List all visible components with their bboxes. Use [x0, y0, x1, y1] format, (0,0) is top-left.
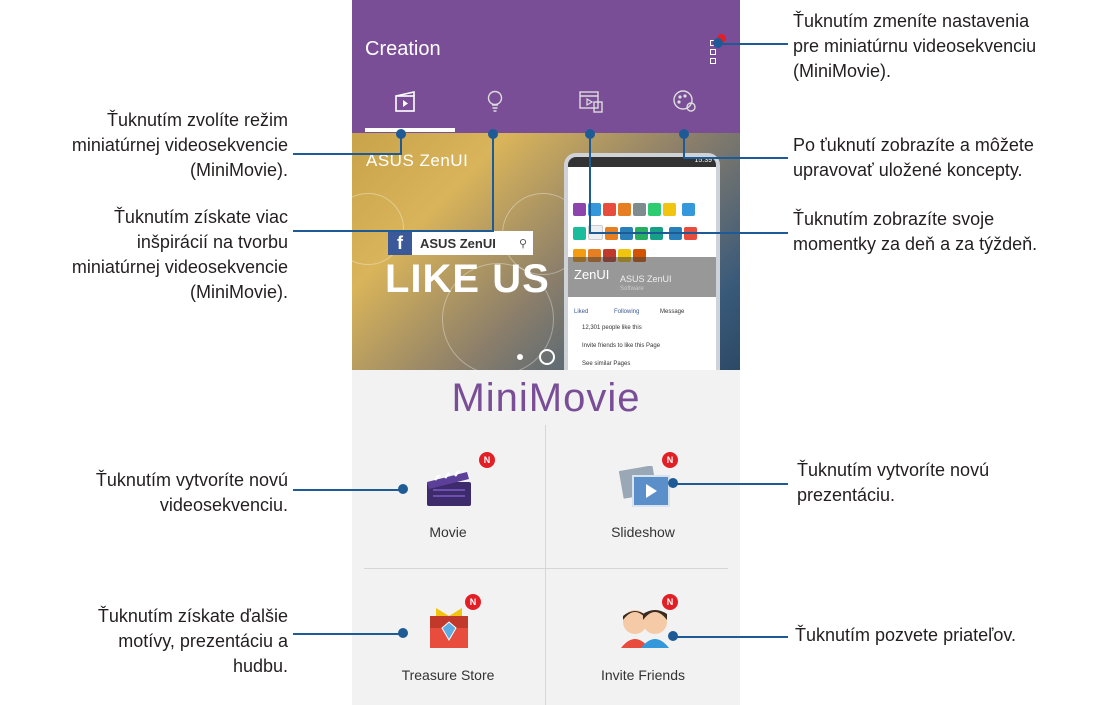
- app-title: Creation: [365, 38, 441, 60]
- leader-line: [718, 43, 788, 45]
- divider: [545, 425, 546, 705]
- lightbulb-icon: [487, 90, 503, 112]
- facebook-search-text: ASUS ZenUI: [420, 235, 496, 251]
- treasure-store-label: Treasure Store: [401, 667, 495, 683]
- callout-line: Ťuknutím zvolíte režim: [106, 110, 288, 130]
- invite-friends-tile[interactable]: N Invite Friends: [563, 594, 723, 700]
- leader-line: [684, 157, 788, 159]
- callout-new-video: Ťuknutím vytvoríte novú videosekvenciu.: [20, 468, 288, 518]
- movie-label: Movie: [429, 524, 467, 540]
- callout-inspiration: Ťuknutím získate viac inšpirácií na tvor…: [20, 205, 288, 305]
- banner-headline: LIKE US: [385, 257, 550, 301]
- slideshow-tile[interactable]: N Slideshow: [563, 452, 723, 560]
- phone-mockup: 15:39 ZenUI ASUS ZenUI Software Liked Fo…: [564, 153, 720, 370]
- leader-point: [398, 628, 408, 638]
- carousel-dot[interactable]: [517, 354, 523, 360]
- carousel-dot-active[interactable]: [539, 349, 555, 365]
- callout-line: Ťuknutím získate ďalšie: [97, 606, 288, 626]
- leader-line: [492, 135, 494, 232]
- drafts-icon: [673, 90, 696, 112]
- leader-line: [589, 135, 591, 234]
- callout-line: Ťuknutím zmeníte nastavenia: [793, 11, 1030, 31]
- callout-drafts: Po ťuknutí zobrazíte a môžete upravovať …: [793, 133, 1034, 183]
- mock-line: Message: [660, 309, 685, 315]
- callout-more-themes: Ťuknutím získate ďalšie motívy, prezentá…: [20, 604, 288, 679]
- slideshow-icon: [619, 466, 670, 507]
- callout-line: miniatúrnej videosekvencie: [71, 135, 288, 155]
- callout-moments: Ťuknutím zobrazíte svoje momentky za deň…: [793, 207, 1037, 257]
- tab-moments[interactable]: [556, 88, 626, 128]
- leader-point: [585, 129, 595, 139]
- moments-icon: [579, 91, 603, 113]
- leader-line: [293, 153, 401, 155]
- leader-point: [488, 129, 498, 139]
- tab-minimovie[interactable]: [370, 88, 440, 128]
- leader-point: [679, 129, 689, 139]
- minimovie-logo: MiniMovie: [451, 376, 641, 420]
- tab-inspiration[interactable]: [460, 88, 530, 128]
- movie-tile[interactable]: N Movie: [368, 452, 528, 560]
- phone-screen: Creation ASUS ZenUI f ASUS ZenUI ⚲ LIKE …: [352, 0, 740, 705]
- leader-line: [293, 230, 493, 232]
- clapperboard-icon: [395, 91, 415, 112]
- leader-point: [713, 38, 723, 48]
- callout-line: Ťuknutím vytvoríte novú: [797, 460, 990, 480]
- callout-line: (MiniMovie).: [189, 282, 288, 302]
- new-badge: N: [662, 594, 678, 610]
- slideshow-label: Slideshow: [611, 524, 675, 540]
- tab-indicator: [365, 128, 455, 132]
- mock-line: Liked: [574, 309, 589, 315]
- callout-line: Ťuknutím získate viac: [113, 207, 288, 227]
- callout-line: Ťuknutím pozvete priateľov.: [795, 625, 1017, 645]
- leader-line: [590, 232, 788, 234]
- treasure-store-tile[interactable]: N Treasure Store: [368, 594, 528, 700]
- friends-icon: [621, 610, 669, 648]
- mock-brand: ZenUI: [574, 267, 610, 282]
- facebook-search-bar: f ASUS ZenUI ⚲: [388, 231, 533, 255]
- new-badge: N: [465, 594, 481, 610]
- callout-invite: Ťuknutím pozvete priateľov.: [795, 623, 1016, 648]
- divider: [364, 568, 728, 569]
- mock-line: Invite friends to like this Page: [582, 343, 661, 349]
- promo-banner[interactable]: ASUS ZenUI f ASUS ZenUI ⚲ LIKE US 15:39 …: [352, 133, 740, 370]
- callout-line: Ťuknutím zobrazíte svoje: [793, 209, 995, 229]
- leader-point: [396, 129, 406, 139]
- callout-mode: Ťuknutím zvolíte režim miniatúrnej video…: [20, 108, 288, 183]
- leader-point: [398, 484, 408, 494]
- callout-line: miniatúrnej videosekvencie: [71, 257, 288, 277]
- callout-line: videosekvenciu.: [159, 495, 288, 515]
- callout-line: Po ťuknutí zobrazíte a môžete: [793, 135, 1034, 155]
- callout-line: momentky za deň a za týždeň.: [793, 234, 1038, 254]
- callout-line: (MiniMovie).: [189, 160, 288, 180]
- mock-line: Software: [620, 286, 644, 292]
- callout-line: (MiniMovie).: [793, 61, 892, 81]
- search-icon: ⚲: [518, 237, 527, 250]
- callout-line: Ťuknutím vytvoríte novú: [95, 470, 288, 490]
- callout-new-slideshow: Ťuknutím vytvoríte novú prezentáciu.: [797, 458, 989, 508]
- new-badge: N: [662, 452, 678, 468]
- callout-line: prezentáciu.: [797, 485, 896, 505]
- leader-line: [293, 633, 403, 635]
- mock-line: ASUS ZenUI: [620, 274, 672, 284]
- clapperboard-icon: [427, 470, 471, 506]
- leader-line: [293, 489, 403, 491]
- tab-drafts[interactable]: [650, 88, 720, 128]
- callout-line: inšpirácií na tvorbu: [136, 232, 288, 252]
- leader-line: [673, 636, 788, 638]
- new-badge: N: [479, 452, 495, 468]
- callout-settings: Ťuknutím zmeníte nastavenia pre miniatúr…: [793, 9, 1036, 84]
- callout-line: upravovať uložené koncepty.: [793, 160, 1023, 180]
- carousel-dots[interactable]: [509, 349, 585, 365]
- carousel-dot[interactable]: [571, 354, 577, 360]
- app-bar: Creation: [352, 0, 740, 133]
- mock-line: See similar Pages: [582, 361, 631, 367]
- callout-line: pre miniatúrnu videosekvenciu: [793, 36, 1037, 56]
- facebook-icon: f: [388, 231, 412, 255]
- callout-line: hudbu.: [232, 656, 288, 676]
- mock-line: Following: [614, 309, 640, 315]
- invite-friends-label: Invite Friends: [600, 667, 686, 683]
- mock-line: 12,301 people like this: [582, 325, 642, 331]
- callout-line: motívy, prezentáciu a: [118, 631, 288, 651]
- leader-line: [673, 483, 788, 485]
